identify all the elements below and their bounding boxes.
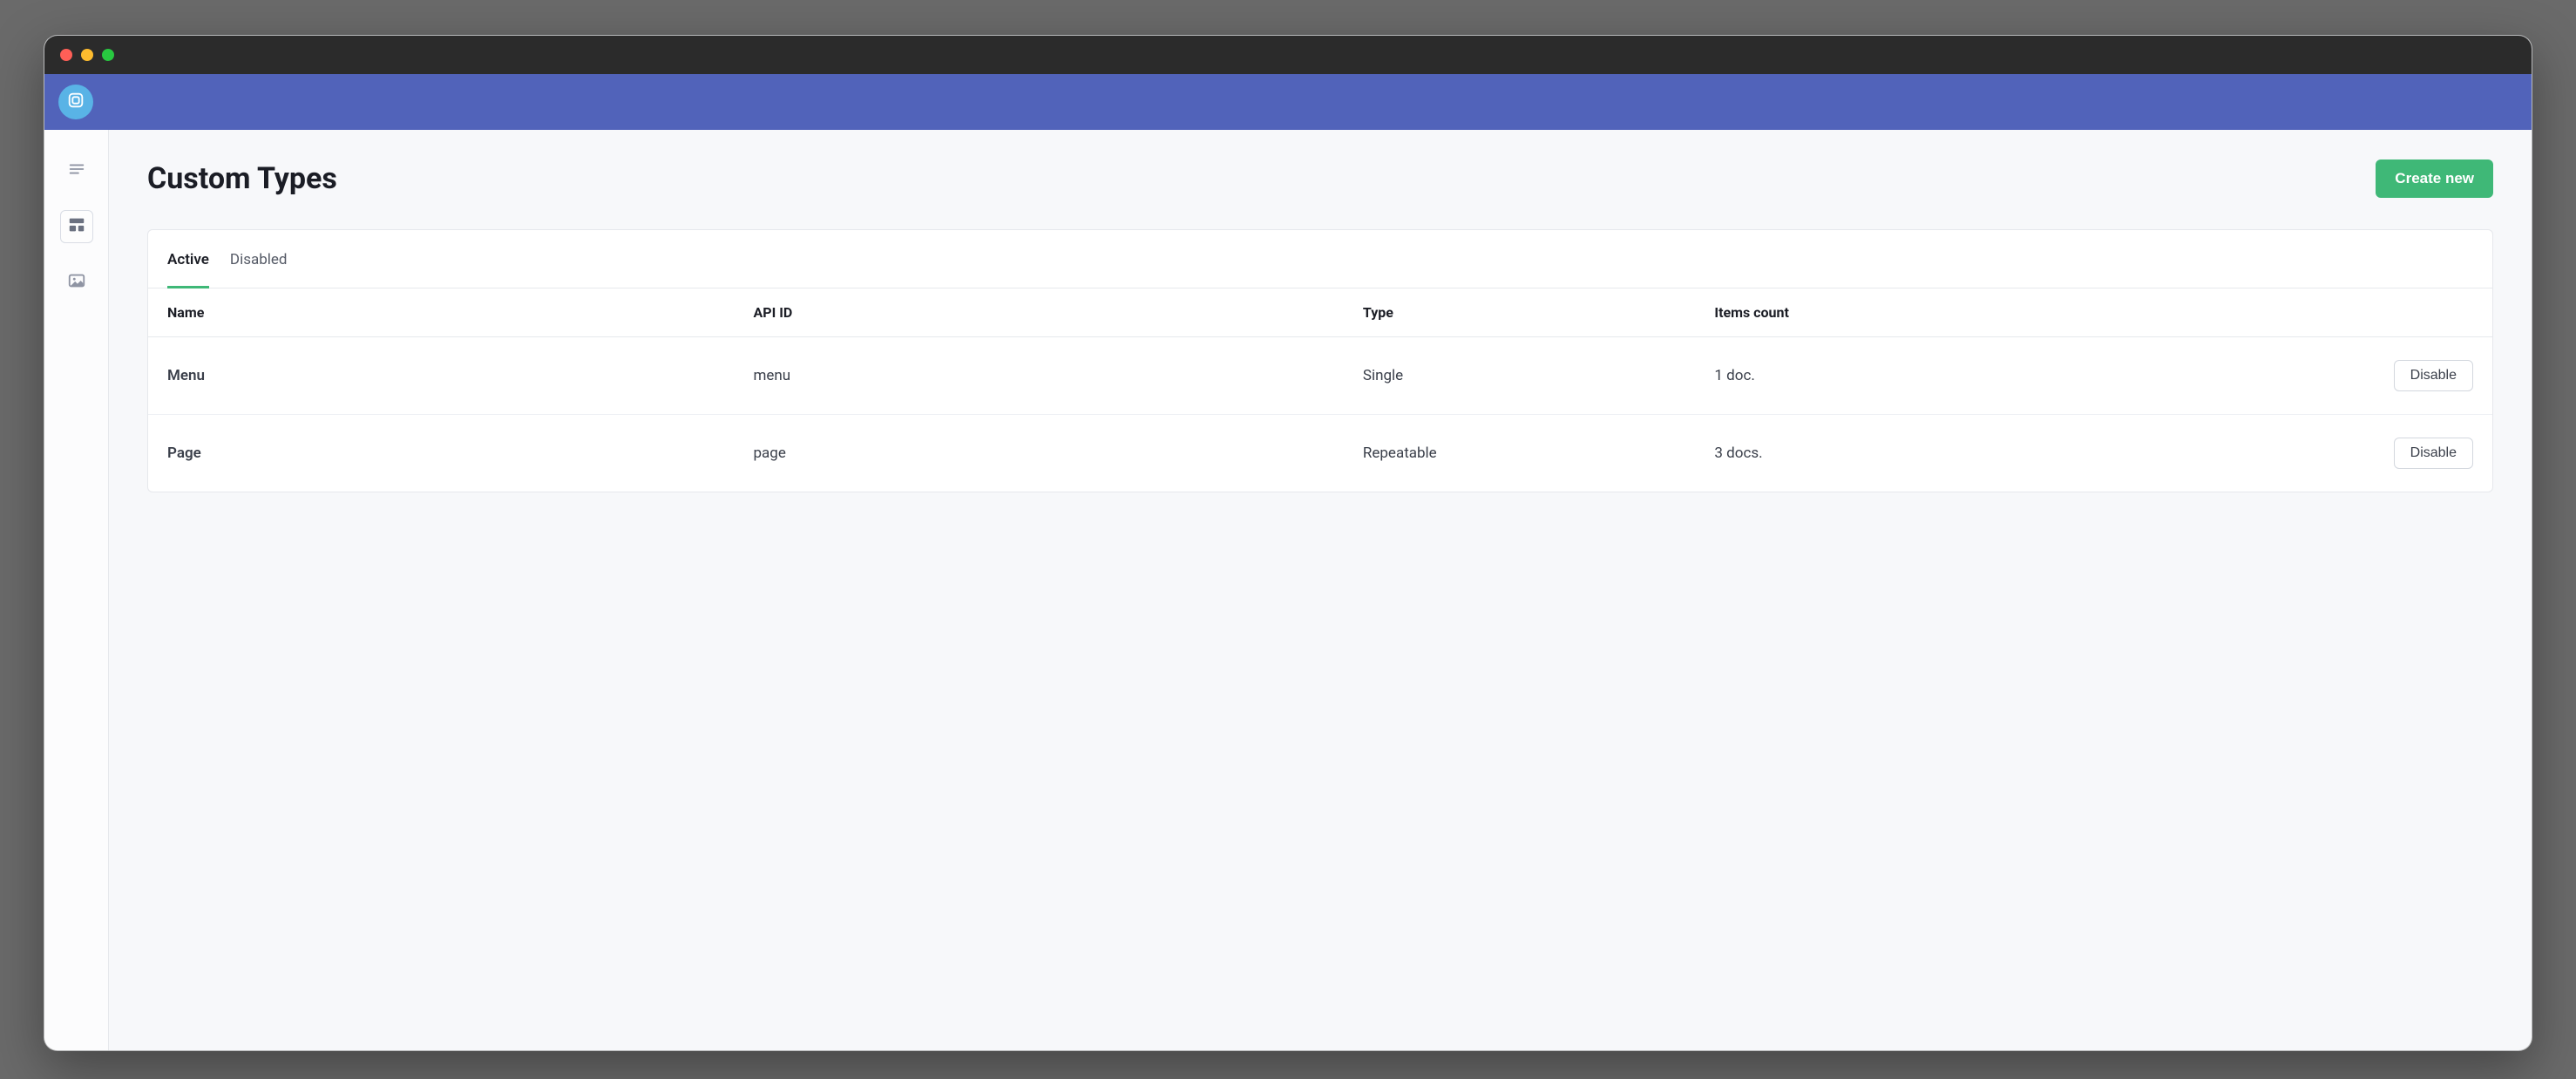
close-window-button[interactable] bbox=[60, 49, 72, 61]
types-table: Name API ID Type Items count Menu menu bbox=[148, 288, 2492, 492]
topbar bbox=[44, 74, 2532, 130]
cell-items-count: 1 doc. bbox=[1695, 337, 2164, 415]
cell-api-id: menu bbox=[735, 337, 1344, 415]
types-card: Active Disabled Name API ID Type Items c… bbox=[147, 229, 2493, 492]
disable-button[interactable]: Disable bbox=[2394, 360, 2473, 391]
sidebar-item-custom-types[interactable] bbox=[60, 210, 93, 243]
cell-name: Page bbox=[148, 415, 735, 492]
tab-disabled[interactable]: Disabled bbox=[230, 251, 288, 288]
col-header-actions bbox=[2164, 288, 2492, 337]
cell-type: Repeatable bbox=[1344, 415, 1696, 492]
col-header-type: Type bbox=[1344, 288, 1696, 337]
layout-icon bbox=[67, 215, 86, 238]
app-logo[interactable] bbox=[58, 85, 93, 119]
minimize-window-button[interactable] bbox=[81, 49, 93, 61]
col-header-api-id: API ID bbox=[735, 288, 1344, 337]
col-header-name: Name bbox=[148, 288, 735, 337]
logo-icon bbox=[66, 91, 85, 113]
sidebar bbox=[44, 130, 109, 1050]
page-title: Custom Types bbox=[147, 161, 337, 196]
lines-icon bbox=[67, 159, 86, 182]
sidebar-item-media[interactable] bbox=[60, 266, 93, 299]
table-header-row: Name API ID Type Items count bbox=[148, 288, 2492, 337]
cell-api-id: page bbox=[735, 415, 1344, 492]
cell-name: Menu bbox=[148, 337, 735, 415]
app-body: Custom Types Create new Active Disabled … bbox=[44, 130, 2532, 1050]
table-row[interactable]: Page page Repeatable 3 docs. Disable bbox=[148, 415, 2492, 492]
cell-actions: Disable bbox=[2164, 415, 2492, 492]
main-content: Custom Types Create new Active Disabled … bbox=[109, 130, 2532, 1050]
tab-active[interactable]: Active bbox=[167, 251, 209, 288]
app-window: Custom Types Create new Active Disabled … bbox=[44, 35, 2532, 1051]
cell-type: Single bbox=[1344, 337, 1696, 415]
cell-actions: Disable bbox=[2164, 337, 2492, 415]
page-header: Custom Types Create new bbox=[147, 159, 2493, 198]
app: Custom Types Create new Active Disabled … bbox=[44, 74, 2532, 1050]
table-row[interactable]: Menu menu Single 1 doc. Disable bbox=[148, 337, 2492, 415]
create-new-button[interactable]: Create new bbox=[2376, 159, 2493, 198]
tabs: Active Disabled bbox=[148, 230, 2492, 288]
col-header-items-count: Items count bbox=[1695, 288, 2164, 337]
cell-items-count: 3 docs. bbox=[1695, 415, 2164, 492]
disable-button[interactable]: Disable bbox=[2394, 438, 2473, 469]
maximize-window-button[interactable] bbox=[102, 49, 114, 61]
sidebar-item-documents[interactable] bbox=[60, 154, 93, 187]
titlebar bbox=[44, 36, 2532, 74]
image-icon bbox=[67, 271, 86, 294]
